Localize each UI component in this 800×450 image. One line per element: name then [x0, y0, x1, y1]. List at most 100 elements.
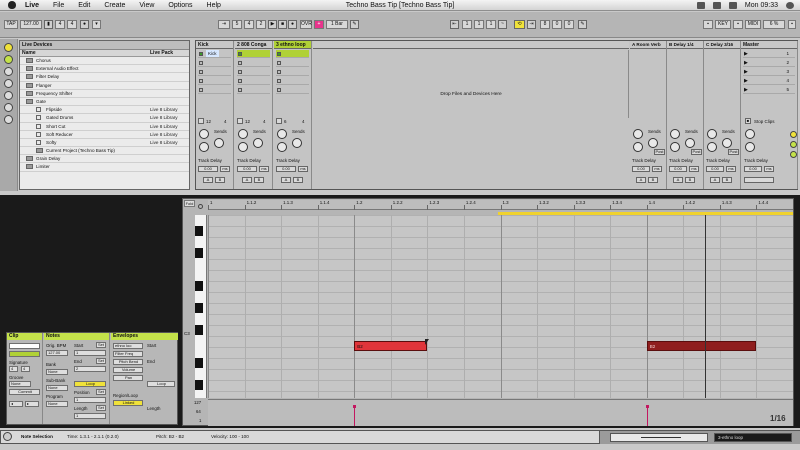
curve-icon[interactable]: ~	[498, 20, 507, 29]
position-bar[interactable]: 5	[232, 20, 242, 29]
clip-slot[interactable]	[276, 50, 309, 58]
clip-stop-button-icon[interactable]	[199, 88, 203, 92]
midi-note[interactable]: B2	[646, 341, 757, 351]
env-loop-button[interactable]: Loop	[147, 381, 175, 387]
send-b-knob[interactable]	[199, 142, 209, 152]
return-b-button[interactable]: B	[648, 177, 658, 183]
draw-mode-icon[interactable]: ✎	[350, 20, 359, 29]
record-icon[interactable]: ●	[288, 20, 297, 29]
track-delay-field[interactable]: 0.00	[198, 166, 218, 172]
signature-denominator[interactable]: 4	[67, 20, 77, 29]
loop-start-beat[interactable]: 1	[474, 20, 484, 29]
return-send-a-knob[interactable]	[633, 129, 643, 139]
quantize-menu[interactable]: ▾	[92, 20, 101, 29]
start-set-button[interactable]: Set	[96, 342, 106, 348]
piano-keyboard[interactable]	[195, 215, 207, 398]
info-toggle-icon[interactable]	[3, 432, 12, 441]
browser-row[interactable]: Current Project (Techno Bass Tip)	[20, 147, 189, 156]
send-a-knob[interactable]	[277, 129, 287, 139]
menu-app[interactable]: Live	[18, 2, 46, 9]
apple-icon[interactable]	[8, 1, 16, 9]
return-header[interactable]: B Delay 1/4	[667, 41, 703, 49]
overview-bar[interactable]	[610, 433, 708, 442]
scene-row[interactable]: ▶ 2	[743, 59, 795, 67]
wifi-icon[interactable]	[696, 2, 705, 9]
clip-slot[interactable]	[198, 68, 231, 76]
zoom-icon[interactable]	[198, 204, 203, 209]
velocity-handle[interactable]	[353, 405, 357, 408]
bank-select[interactable]: None	[46, 369, 68, 375]
master-delay-field[interactable]: 0.00	[744, 166, 762, 172]
browser-row[interactable]: Grain Delay	[20, 155, 189, 164]
clip-slot[interactable]	[237, 68, 270, 76]
black-key[interactable]	[195, 281, 203, 291]
clip-slot[interactable]	[276, 68, 309, 76]
loop-length-bar[interactable]: 8	[540, 20, 550, 29]
clip-stop-button-icon[interactable]	[199, 61, 203, 65]
scene-launch-icon[interactable]: ▶	[744, 69, 748, 75]
info-icon[interactable]	[4, 103, 13, 112]
post-button[interactable]: Post	[691, 149, 702, 155]
browser-row[interactable]: Short Cut Live 8 Library	[20, 123, 189, 131]
clip-nav-left[interactable]: ◂	[9, 401, 23, 407]
browser-row[interactable]: Softy Live 8 Library	[20, 139, 189, 148]
return-send-b-knob[interactable]	[670, 142, 680, 152]
send-c-knob[interactable]	[292, 138, 302, 148]
hotswap-icon[interactable]	[4, 115, 13, 124]
menu-view[interactable]: View	[132, 2, 161, 9]
envelope-device-select[interactable]: ethno loo	[113, 343, 143, 349]
notes-title[interactable]: Notes	[44, 333, 109, 340]
session-side-icon-1[interactable]	[790, 131, 797, 138]
pencil-icon[interactable]: ✎	[578, 20, 587, 29]
return-send-b-knob[interactable]	[633, 142, 643, 152]
track-header[interactable]: Kick	[196, 41, 233, 49]
midi-map-button[interactable]: MIDI	[745, 20, 761, 29]
arm-button[interactable]	[198, 118, 204, 124]
return-b-button[interactable]: B	[685, 177, 695, 183]
groove-select[interactable]: None	[9, 381, 31, 387]
pitch-bend-button[interactable]: Pitch Bend	[113, 359, 143, 365]
column-location[interactable]: Live Pack	[150, 50, 173, 57]
clip-slot[interactable]	[237, 86, 270, 94]
envelopes-title[interactable]: Envelopes	[111, 333, 178, 340]
position-sixteenth[interactable]: 2	[256, 20, 266, 29]
menu-file[interactable]: File	[46, 2, 71, 9]
device-browser-icon[interactable]	[4, 43, 13, 52]
browser-row[interactable]: External Audio Effect	[20, 65, 189, 74]
length-set-button[interactable]: Set	[96, 405, 106, 411]
signature-numerator[interactable]: 4	[55, 20, 65, 29]
clip-slot[interactable]	[198, 86, 231, 94]
orig-bpm-field[interactable]: 127.00	[46, 350, 68, 356]
loop-switch[interactable]: ⟲	[514, 20, 525, 29]
browser-row[interactable]: Gated Drums Live 8 Library	[20, 114, 189, 123]
cue-volume-knob[interactable]	[745, 142, 755, 152]
black-key[interactable]	[195, 248, 203, 258]
return-delay-unit[interactable]: ms	[726, 166, 736, 172]
linked-button[interactable]: Linked	[113, 400, 143, 406]
crossfade-a-button[interactable]: A	[242, 177, 252, 183]
beat-ruler[interactable]: 1 1.1.2 1.1.3 1.1.4 1.2 1.2.2 1.2.3 1.2.4 1.3 1.3…	[208, 200, 793, 210]
master-header[interactable]: Master	[741, 41, 797, 49]
arm-button[interactable]	[237, 118, 243, 124]
clip-slot[interactable]: Kick	[198, 50, 231, 58]
menu-edit[interactable]: Edit	[71, 2, 97, 9]
spotlight-icon[interactable]	[786, 2, 794, 9]
return-send-c-knob[interactable]	[722, 138, 732, 148]
grid-setting[interactable]: 1/16	[770, 414, 786, 423]
post-button[interactable]: Post	[728, 149, 739, 155]
file-browser-3-icon[interactable]	[4, 91, 13, 100]
clip-stop-button-icon[interactable]	[238, 61, 242, 65]
menu-create[interactable]: Create	[97, 2, 132, 9]
column-name[interactable]: Name	[22, 50, 36, 57]
master-delay-unit[interactable]: ms	[764, 166, 774, 172]
program-select[interactable]: None	[46, 401, 68, 407]
metronome-icon[interactable]: ●	[80, 20, 89, 29]
length-field[interactable]: 1	[74, 413, 106, 419]
crossfade-b-button[interactable]: B	[254, 177, 264, 183]
clip-color[interactable]	[9, 351, 40, 357]
sub-bank-select[interactable]: None	[46, 385, 68, 391]
clip-stop-button-icon[interactable]	[277, 88, 281, 92]
clip-slot[interactable]	[237, 50, 270, 58]
nudge-icon[interactable]: ▮	[44, 20, 53, 29]
clip-slot[interactable]	[276, 86, 309, 94]
